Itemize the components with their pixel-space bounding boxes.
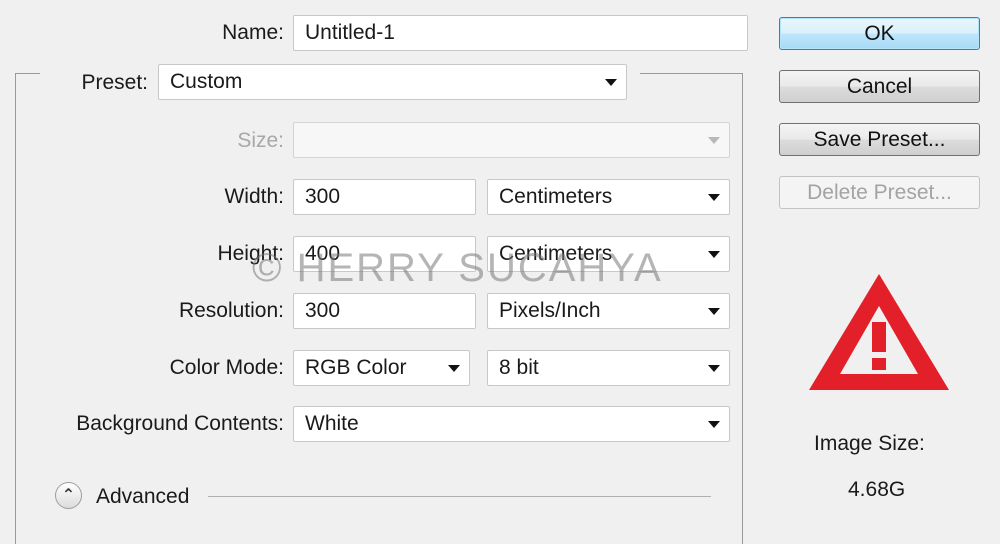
width-input[interactable]: 300 [293,179,476,215]
resolution-input[interactable]: 300 [293,293,476,329]
chevron-down-icon [708,308,720,315]
chevron-down-icon [708,137,720,144]
background-contents-select[interactable]: White [293,406,730,442]
chevron-down-icon [708,194,720,201]
chevron-down-icon [708,365,720,372]
size-label: Size: [237,129,284,152]
chevron-down-icon [708,251,720,258]
color-mode-label: Color Mode: [169,356,284,379]
resolution-unit-value: Pixels/Inch [499,299,601,322]
image-size-value: 4.68G [848,478,906,501]
save-preset-button[interactable]: Save Preset... [779,123,980,156]
bit-depth-value: 8 bit [499,356,539,379]
image-size-label: Image Size: [814,432,925,455]
delete-preset-button[interactable]: Delete Preset... [779,176,980,209]
height-input[interactable]: 400 [293,236,476,272]
name-label: Name: [222,21,284,44]
resolution-unit-select[interactable]: Pixels/Inch [487,293,730,329]
advanced-divider [208,496,711,497]
chevron-down-icon [605,79,617,86]
bit-depth-select[interactable]: 8 bit [487,350,730,386]
color-mode-select[interactable]: RGB Color [293,350,470,386]
color-mode-value: RGB Color [305,356,407,379]
name-input[interactable]: Untitled-1 [293,15,748,51]
height-unit-select[interactable]: Centimeters [487,236,730,272]
warning-triangle-icon [809,274,949,390]
height-unit-value: Centimeters [499,242,613,265]
background-contents-label: Background Contents: [76,412,284,435]
width-unit-select[interactable]: Centimeters [487,179,730,215]
chevron-down-icon [708,421,720,428]
width-label: Width: [224,185,284,208]
advanced-label[interactable]: Advanced [96,484,189,510]
resolution-label: Resolution: [178,299,284,322]
ok-button[interactable]: OK [779,17,980,50]
chevron-down-icon [448,365,460,372]
preset-label: Preset: [81,71,148,94]
background-contents-value: White [305,412,359,435]
height-label: Height: [217,242,284,265]
size-select[interactable] [293,122,730,158]
cancel-button[interactable]: Cancel [779,70,980,103]
new-document-dialog: Name: Untitled-1 Preset: Custom Size: Wi… [0,0,1000,544]
preset-select[interactable]: Custom [158,64,627,100]
advanced-toggle-button[interactable]: ⌃ [55,482,82,509]
double-chevron-up-icon: ⌃ [61,487,76,504]
width-unit-value: Centimeters [499,185,613,208]
preset-value: Custom [170,70,243,93]
